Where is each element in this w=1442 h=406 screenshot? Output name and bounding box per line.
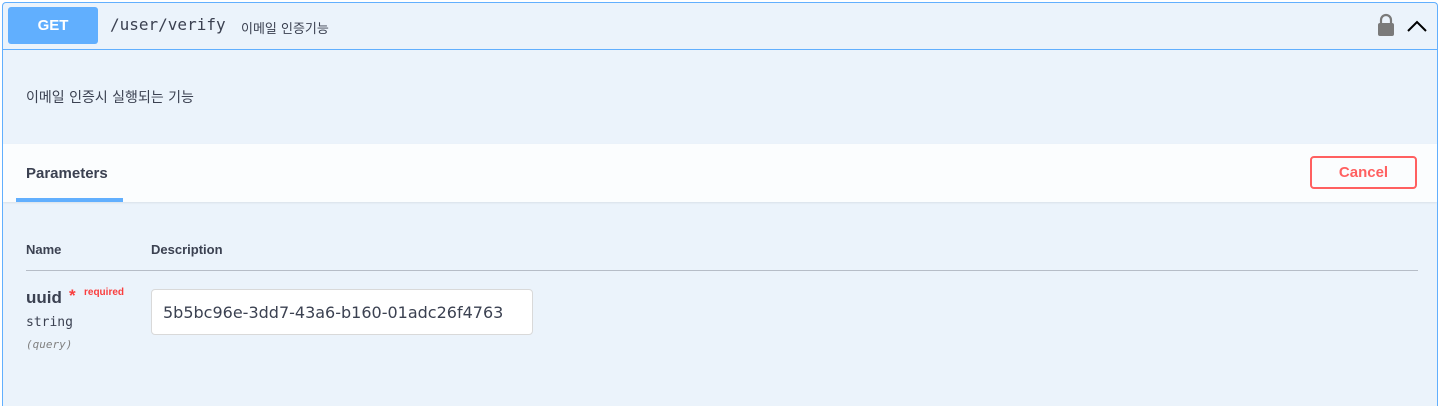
tab-parameters[interactable]: Parameters [16,144,123,202]
operation-description: 이메일 인증시 실행되는 기능 [26,90,194,106]
parameter-location: (query) [26,338,73,351]
parameter-name: uuid [26,288,62,307]
parameter-type: string [26,315,73,330]
active-tab-indicator [16,198,123,202]
operation-summary-text: 이메일 인증기능 [241,22,329,37]
table-header-divider [26,270,1418,271]
operation-path: /user/verify [110,15,226,34]
method-badge: GET [8,7,98,44]
operation-block: GET /user/verify 이메일 인증기능 이메일 인증시 실행되는 기… [2,2,1438,406]
column-header-description: Description [151,242,223,257]
lock-icon[interactable] [1376,13,1396,37]
required-label: required [84,287,125,298]
column-header-name: Name [26,242,62,257]
operation-summary[interactable]: GET /user/verify 이메일 인증기능 [3,3,1437,50]
tab-parameters-label: Parameters [26,165,108,182]
uuid-input[interactable] [151,289,533,335]
required-asterisk: * [69,286,76,305]
chevron-up-icon[interactable] [1405,15,1429,37]
cancel-button[interactable]: Cancel [1310,156,1417,189]
parameters-section-header: Parameters Cancel [3,144,1437,202]
